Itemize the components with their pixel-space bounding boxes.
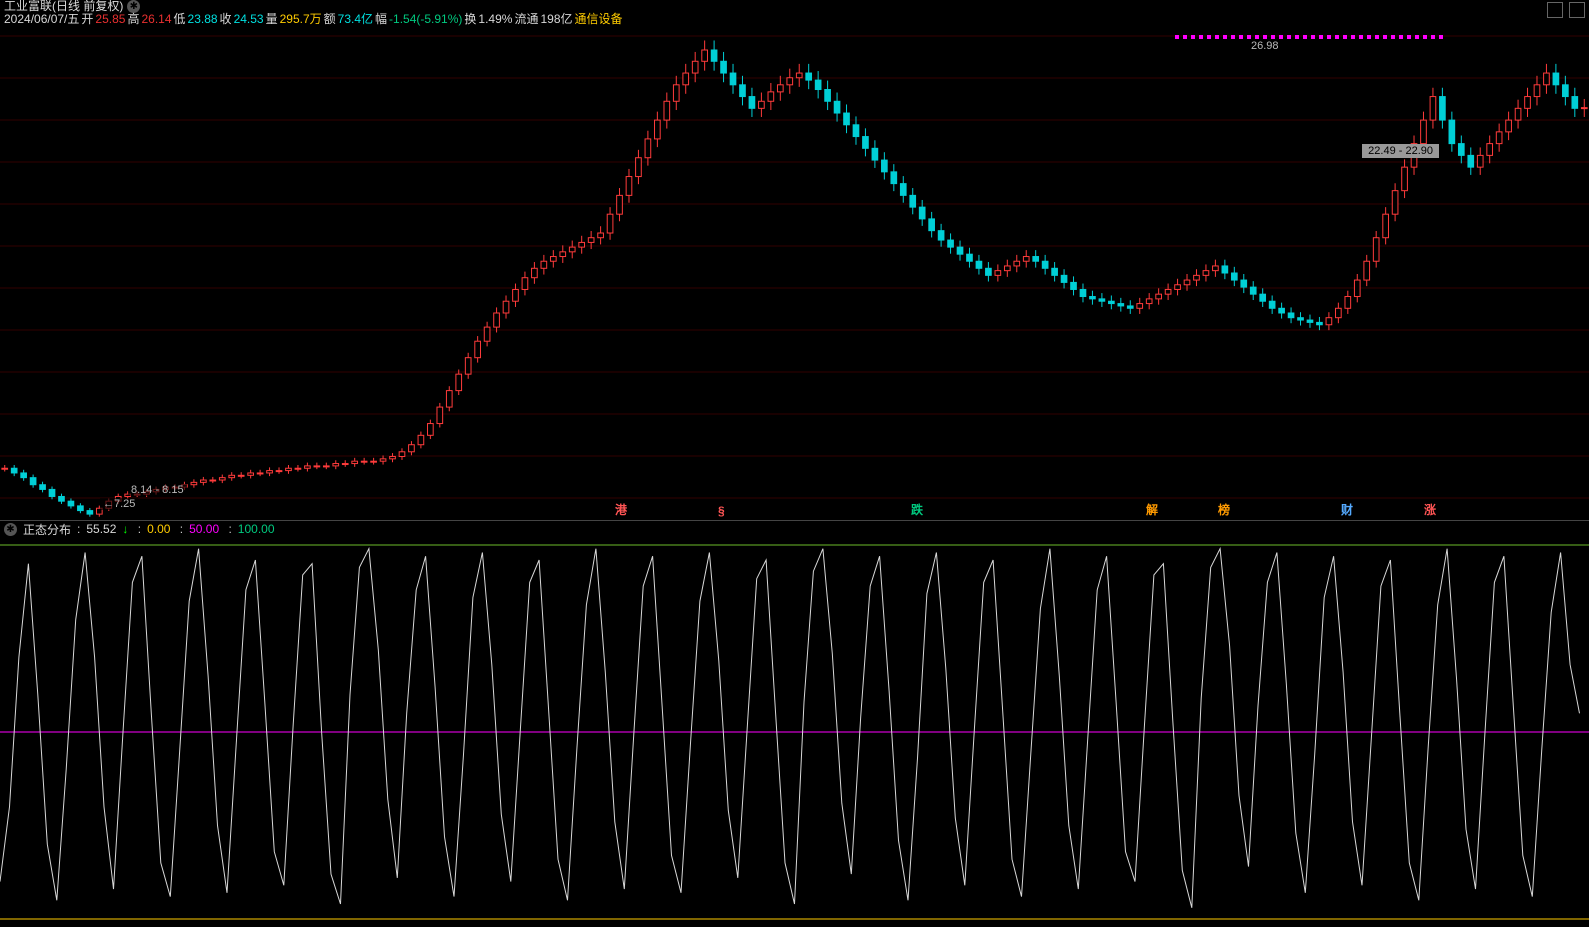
- indicator-settings-icon[interactable]: ✱: [4, 523, 17, 536]
- window-controls: [1547, 2, 1585, 18]
- event-tag[interactable]: 财: [1341, 501, 1353, 518]
- down-arrow-icon: ↓: [122, 522, 128, 536]
- low-price-label: ←7.25: [100, 498, 138, 510]
- maximize-icon[interactable]: [1569, 2, 1585, 18]
- indicator-header: ✱ 正态分布 : 55.52 ↓ :0.00 :50.00 :100.00: [0, 521, 1589, 537]
- indicator-chart[interactable]: [0, 537, 1589, 927]
- date-label: 2024/06/07/五: [4, 13, 79, 26]
- price-range-box: 22.49 - 22.90: [1362, 144, 1439, 158]
- event-tag[interactable]: 榜: [1218, 501, 1230, 518]
- indicator-name[interactable]: 正态分布: [23, 521, 71, 538]
- signal-dots: [1175, 28, 1447, 42]
- low-range-label: 8.14 - 8.15: [128, 484, 187, 496]
- event-tag[interactable]: 跌: [911, 501, 923, 518]
- event-tag[interactable]: 解: [1146, 501, 1158, 518]
- settings-icon[interactable]: [1547, 2, 1563, 18]
- event-tag[interactable]: 港: [615, 501, 627, 518]
- event-tag[interactable]: 涨: [1424, 501, 1436, 518]
- chart-header: 工业富联(日线 前复权) ✱ 2024/06/07/五 开25.85 高26.1…: [0, 0, 1589, 26]
- sector-label[interactable]: 通信设备: [575, 13, 623, 26]
- price-chart[interactable]: 8.14 - 8.15 ←7.25 26.98 22.49 - 22.90 港§…: [0, 26, 1589, 521]
- event-tag[interactable]: §: [718, 504, 725, 518]
